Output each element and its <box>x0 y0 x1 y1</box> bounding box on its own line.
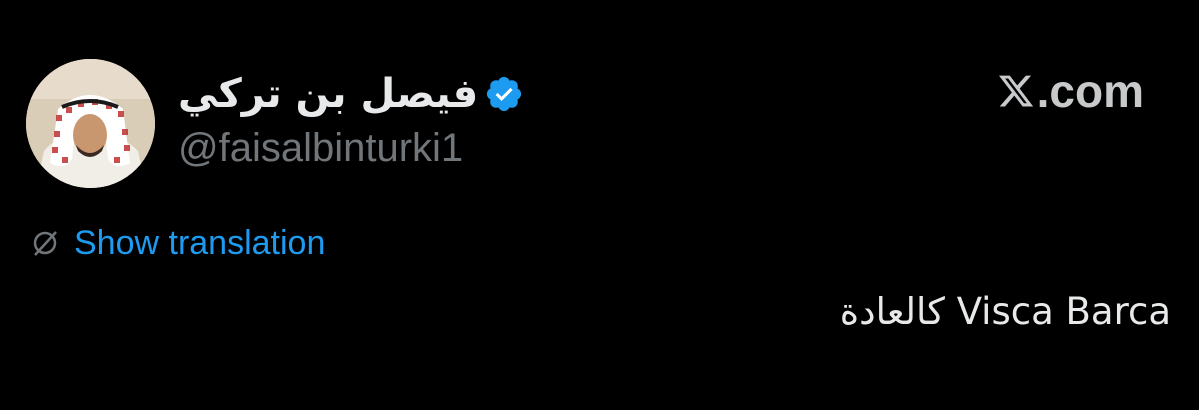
show-translation-label: Show translation <box>74 224 326 262</box>
author-display-name[interactable]: فيصل بن تركي <box>178 74 478 114</box>
author-handle[interactable]: @faisalbinturki1 <box>178 128 463 168</box>
x-logo-icon <box>997 72 1035 110</box>
brand-text: .com <box>1036 65 1144 117</box>
author-name-row[interactable]: فيصل بن تركي <box>178 64 524 124</box>
avatar[interactable] <box>26 59 155 188</box>
verified-badge-icon <box>484 74 524 114</box>
brand-watermark: .com <box>997 68 1144 114</box>
globe-icon <box>30 228 60 258</box>
tweet-text: Visca Barca كالعادة <box>839 290 1171 333</box>
show-translation-button[interactable]: Show translation <box>30 226 325 260</box>
